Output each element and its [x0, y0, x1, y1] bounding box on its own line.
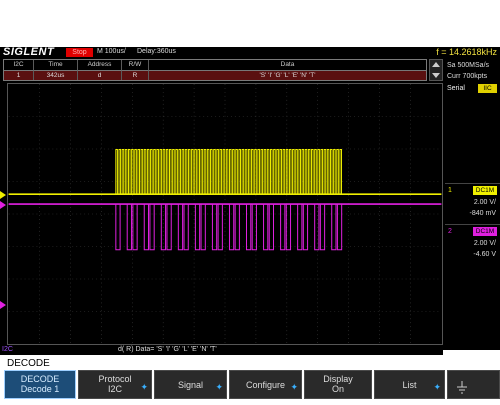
memory-depth-readout: Curr 700kpts [447, 73, 488, 80]
expand-icon: ✦ [140, 382, 148, 392]
status-bar: SIGLENT Stop M 100us/ Delay:360us f = 14… [0, 46, 500, 58]
oscilloscope-screen: SIGLENT Stop M 100us/ Delay:360us f = 14… [0, 46, 500, 355]
vertical-scale: 2.00 V/ [473, 240, 496, 247]
softkey-protocol[interactable]: Protocol I2C ✦ [78, 370, 152, 399]
scroll-up-icon[interactable] [432, 62, 440, 67]
expand-icon: ✦ [215, 382, 223, 392]
frequency-readout: f = 14.2618kHz [436, 47, 497, 57]
channel-2-panel[interactable]: 2 DC1M 2.00 V/ -4.60 V [445, 224, 500, 264]
table-header: Data [280, 61, 295, 68]
softkey-list[interactable]: List ✦ [374, 370, 445, 399]
table-cell[interactable]: d [78, 70, 122, 80]
bus-decoded-data: d( R) Data= 'S' 'I' 'G' 'L' 'E' 'N' 'T' [118, 346, 217, 353]
expand-icon: ✦ [290, 382, 298, 392]
coupling-badge: DC1M [473, 227, 497, 236]
bus-name-label: I2C [2, 346, 13, 353]
table-cell[interactable]: R [122, 70, 149, 80]
channel-1-panel[interactable]: 1 DC1M 2.00 V/ -840 mV [445, 183, 500, 223]
sample-rate-readout: Sa 500MSa/s [447, 62, 490, 69]
decode-list-table: I2C Time Address R/W Data 1 342us d R 'S… [3, 59, 427, 81]
channel-number: 2 [448, 228, 452, 235]
timebase-readout: M 100us/ [97, 48, 126, 55]
bus-position-marker[interactable] [0, 301, 6, 309]
table-cell[interactable]: 'S' 'I' 'G' 'L' 'E' 'N' 'T' [149, 70, 426, 80]
softkey-value: On [331, 384, 344, 394]
coupling-badge: DC1M [473, 186, 497, 195]
vertical-offset: -840 mV [469, 210, 496, 217]
menu-title: DECODE [7, 358, 50, 369]
info-panel: Sa 500MSa/s Curr 700kpts Serial IIC 1 DC… [445, 59, 500, 349]
scroll-down-icon[interactable] [432, 73, 440, 78]
vertical-scale: 2.00 V/ [473, 199, 496, 206]
table-header: Address [78, 60, 122, 70]
table-header: I2C [4, 60, 34, 70]
serial-protocol-badge[interactable]: IIC [478, 84, 497, 93]
ground-symbol-key[interactable] [447, 370, 500, 399]
channel-number: 1 [448, 187, 452, 194]
graticule [8, 84, 442, 344]
channel-1-waveform [8, 149, 442, 195]
trigger-level-marker[interactable] [0, 191, 6, 199]
expand-icon: ✦ [433, 382, 441, 392]
table-cell[interactable]: 1 [4, 70, 34, 80]
softkey-bar: DECODE Decode 1 Protocol I2C ✦ Signal ✦ … [0, 370, 500, 399]
delay-readout: Delay:360us [137, 48, 176, 55]
waveform-grid[interactable] [7, 83, 443, 345]
softkey-label: Display [323, 374, 353, 384]
ground-symbol-icon [457, 381, 467, 394]
table-header: Time [34, 60, 78, 70]
softkey-signal[interactable]: Signal ✦ [154, 370, 227, 399]
table-scrollbar[interactable] [429, 59, 443, 81]
serial-label: Serial [447, 85, 465, 92]
channel-2-offset-marker[interactable] [0, 201, 6, 209]
softkey-label: DECODE [20, 374, 60, 384]
softkey-display[interactable]: Display On [304, 370, 372, 399]
softkey-configure[interactable]: Configure ✦ [229, 370, 302, 399]
brand-logo: SIGLENT [3, 46, 55, 58]
table-cell[interactable]: 342us [34, 70, 78, 80]
run-status-badge[interactable]: Stop [66, 48, 93, 57]
table-header: R/W [122, 60, 149, 70]
softkey-value: Decode 1 [20, 384, 60, 394]
vertical-offset: -4.60 V [473, 251, 496, 258]
level-markers [0, 191, 6, 309]
bus-decode-strip: I2C d( R) Data= 'S' 'I' 'G' 'L' 'E' 'N' … [0, 346, 443, 355]
softkey-decode[interactable]: DECODE Decode 1 [4, 370, 76, 399]
ch1-trace [8, 149, 442, 195]
